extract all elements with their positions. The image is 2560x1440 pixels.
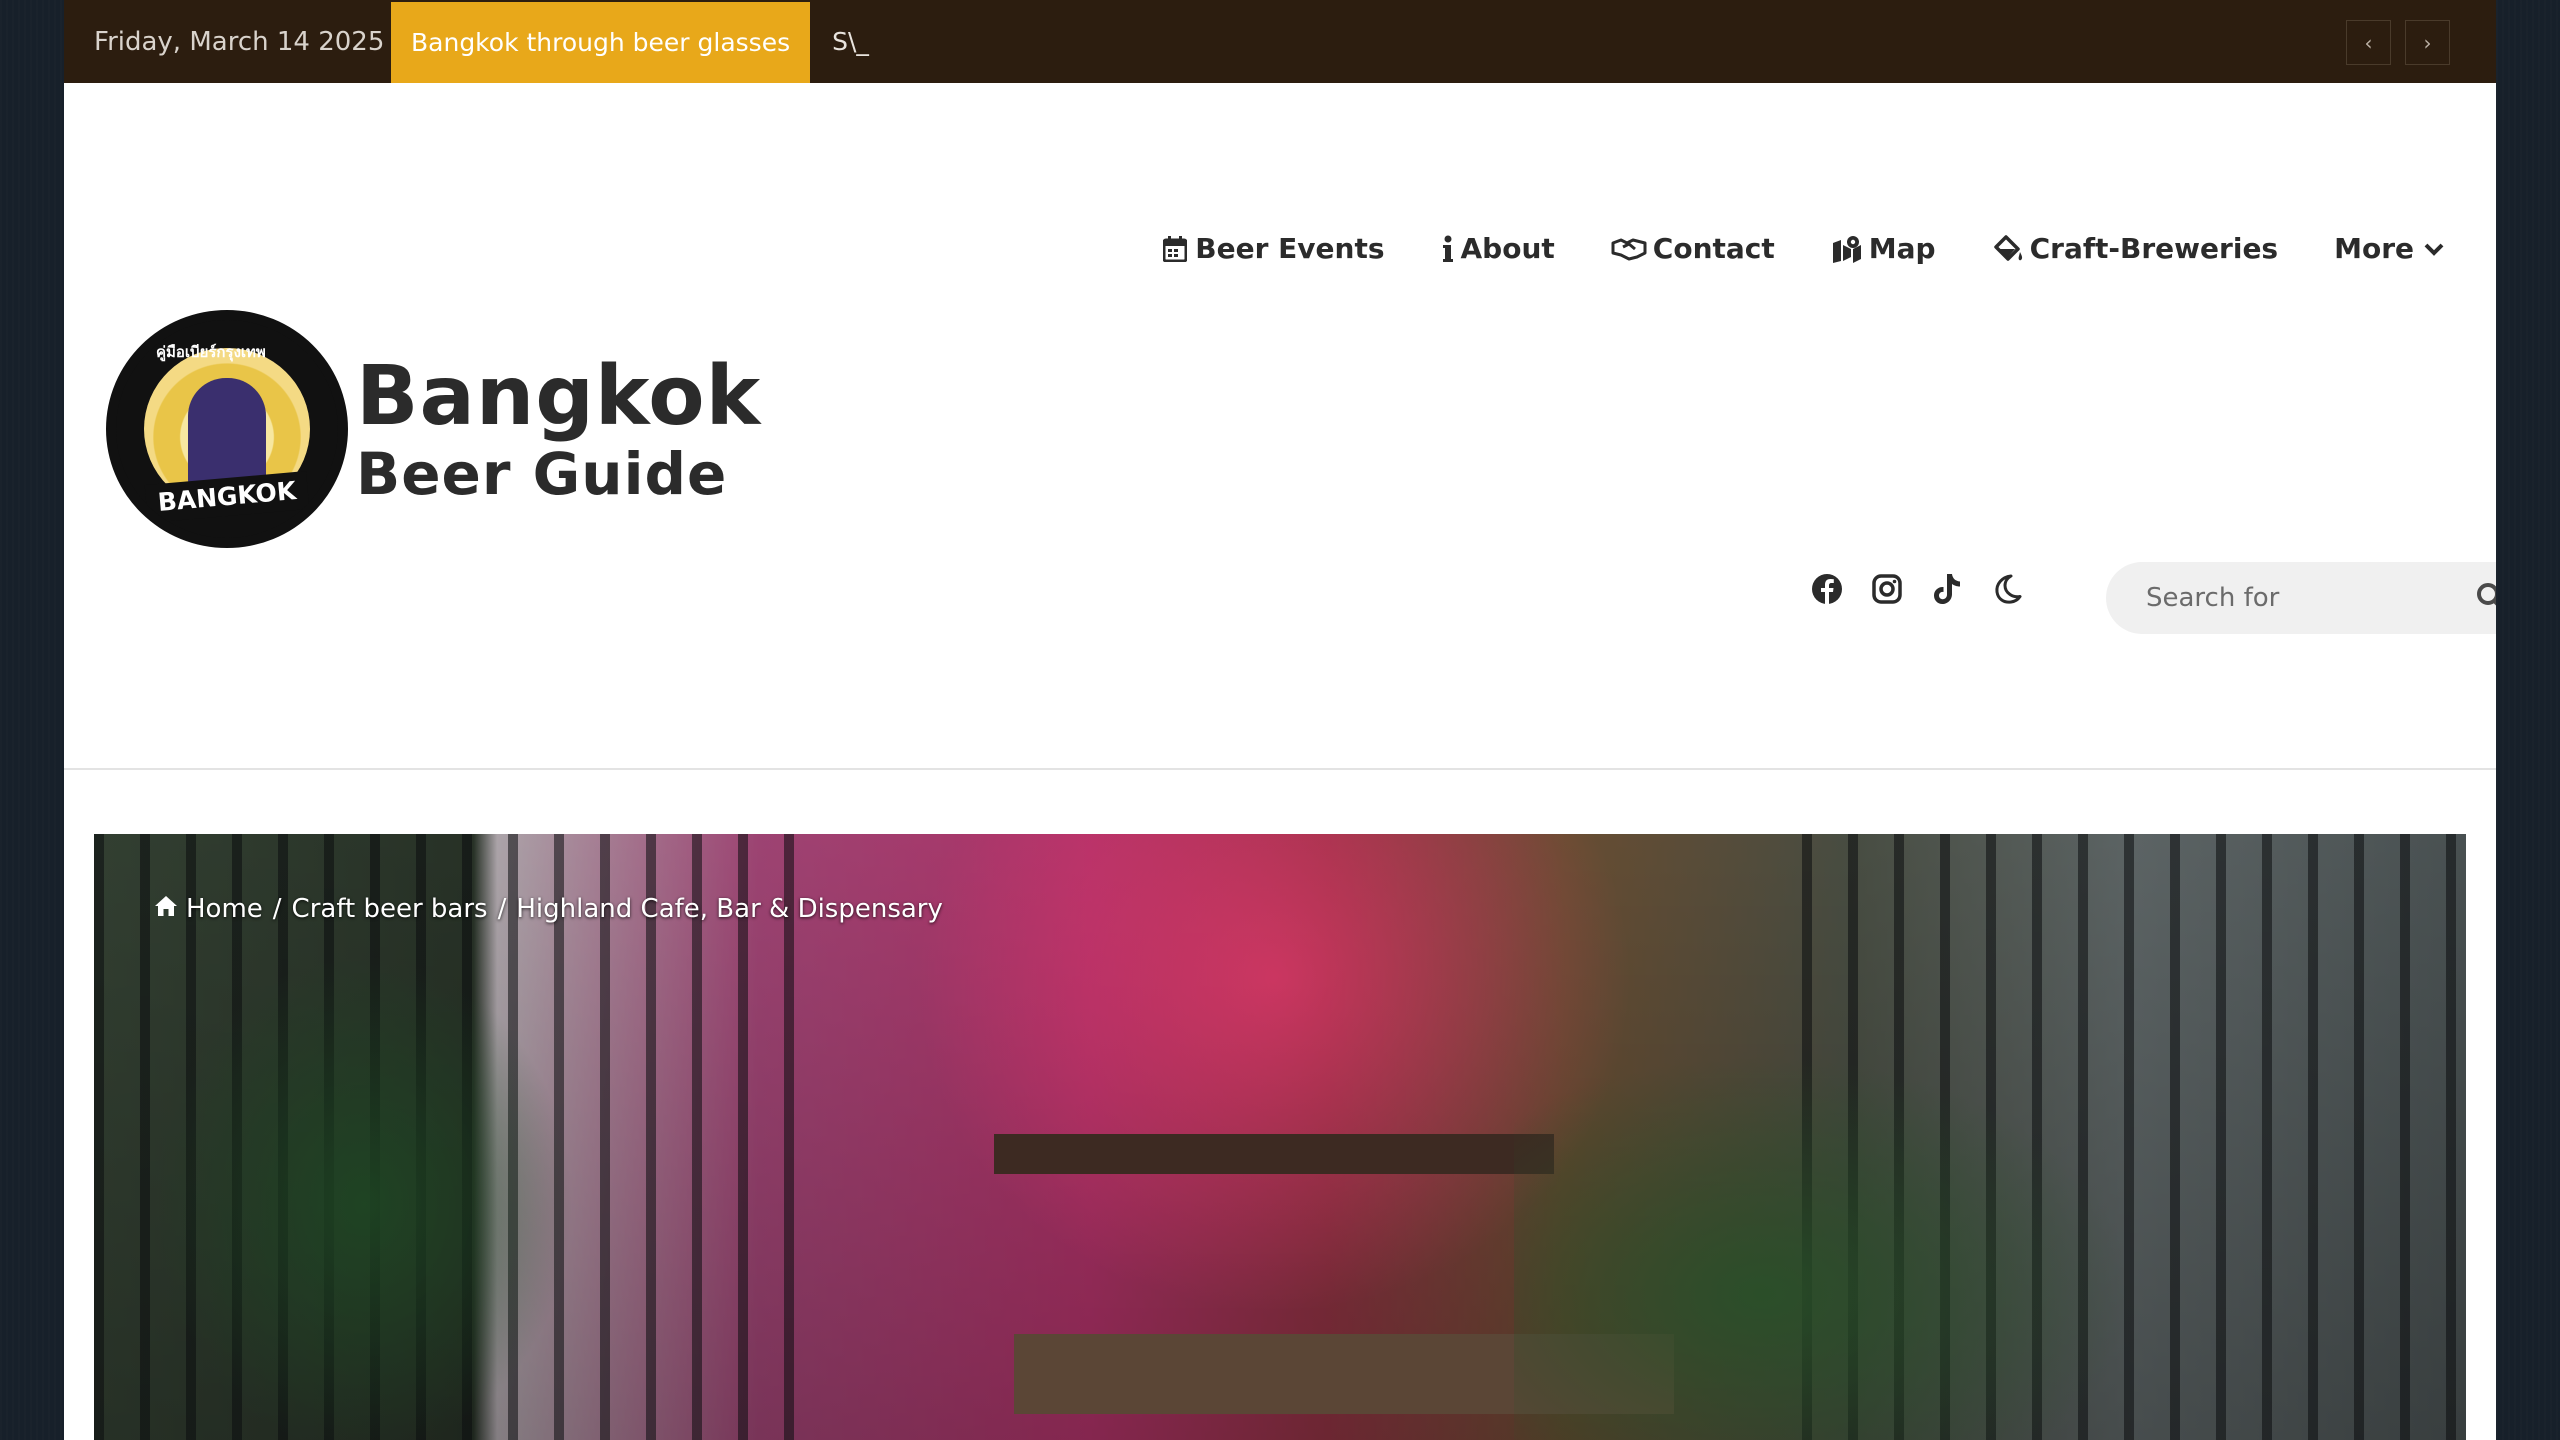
header-divider [64, 768, 2496, 770]
breadcrumb: Home / Craft beer bars / Highland Cafe, … [154, 894, 943, 924]
nav-label: Craft-Breweries [2029, 232, 2279, 265]
nav-label: Beer Events [1195, 232, 1385, 265]
dark-mode-moon-icon[interactable] [1990, 572, 2024, 606]
tiktok-icon[interactable] [1930, 572, 1964, 606]
breadcrumb-separator: / [497, 894, 507, 924]
nav-item-more[interactable]: More [2334, 232, 2448, 265]
handshake-icon [1611, 235, 1647, 263]
search-box [2106, 562, 2496, 634]
instagram-icon[interactable] [1870, 572, 1904, 606]
nav-label: About [1460, 232, 1555, 265]
nav-label: Contact [1652, 232, 1775, 265]
home-icon [154, 894, 178, 924]
hero-plants-left [154, 954, 574, 1440]
calendar-icon [1161, 235, 1189, 263]
map-icon [1831, 235, 1863, 263]
top-bar: Friday, March 14 2025 Bangkok through be… [64, 0, 2496, 83]
search-button[interactable] [2476, 582, 2496, 616]
site-logo[interactable]: คู่มือเบียร์กรุงเทพ BANGKOK Bangkok Beer… [106, 310, 761, 548]
chevron-right-icon: › [2423, 30, 2432, 55]
breadcrumb-home[interactable]: Home [186, 894, 263, 924]
logo-badge-icon: คู่มือเบียร์กรุงเทพ BANGKOK [106, 310, 348, 548]
nav-item-map[interactable]: Map [1831, 232, 1936, 265]
featured-image: Home / Craft beer bars / Highland Cafe, … [94, 834, 2466, 1440]
search-icon [2476, 583, 2496, 616]
ticker-controls: ‹ › [2346, 20, 2450, 65]
paint-bucket-icon [1992, 234, 2024, 263]
logo-text: Bangkok Beer Guide [356, 349, 762, 508]
breadcrumb-category[interactable]: Craft beer bars [292, 894, 488, 924]
breadcrumb-current: Highland Cafe, Bar & Dispensary [516, 894, 943, 924]
search-input[interactable] [2146, 583, 2466, 613]
chevron-left-icon: ‹ [2364, 30, 2373, 55]
page-wrapper: Friday, March 14 2025 Bangkok through be… [64, 0, 2496, 1440]
ticker-prev-button[interactable]: ‹ [2346, 20, 2391, 65]
logo-line-2: Beer Guide [356, 440, 728, 508]
breaking-news-label[interactable]: Bangkok through beer glasses [391, 2, 811, 83]
main-navigation: Beer Events About Contact Map Craft-Brew… [1161, 232, 2448, 265]
nav-label: More [2334, 232, 2414, 265]
chevron-down-icon [2420, 235, 2448, 263]
logo-line-1: Bangkok [356, 349, 762, 444]
nav-item-about[interactable]: About [1441, 232, 1555, 265]
social-icons [1810, 572, 2024, 606]
logo-mascot [188, 378, 266, 490]
news-ticker-text[interactable]: S\_ [832, 27, 869, 56]
logo-badge-arc-text: คู่มือเบียร์กรุงเทพ [156, 343, 266, 361]
nav-item-contact[interactable]: Contact [1611, 232, 1775, 265]
hero-bar-counter [994, 1134, 1554, 1174]
nav-item-beer-events[interactable]: Beer Events [1161, 232, 1385, 265]
current-date: Friday, March 14 2025 [94, 26, 385, 57]
nav-item-craft-breweries[interactable]: Craft-Breweries [1992, 232, 2279, 265]
facebook-icon[interactable] [1810, 572, 1844, 606]
ticker-next-button[interactable]: › [2405, 20, 2450, 65]
breadcrumb-separator: / [272, 894, 282, 924]
nav-label: Map [1868, 232, 1936, 265]
hero-plants-right [1514, 1054, 2134, 1440]
info-icon [1441, 235, 1455, 263]
